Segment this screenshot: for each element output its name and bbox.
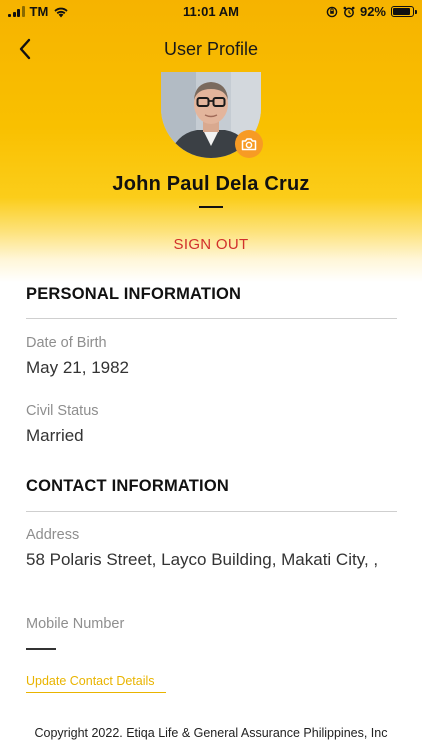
personal-section-divider <box>26 318 397 319</box>
date-of-birth-label: Date of Birth <box>26 335 107 351</box>
address-label: Address <box>26 527 80 543</box>
page-title: User Profile <box>163 39 259 59</box>
update-contact-details-link[interactable]: Update Contact Details <box>26 674 155 688</box>
status-bar-right: 92% <box>326 4 417 19</box>
contact-information-heading: CONTACT INFORMATION <box>26 477 229 495</box>
update-link-underline <box>26 692 166 693</box>
civil-status-label: Civil Status <box>26 403 99 419</box>
personal-information-heading: PERSONAL INFORMATION <box>26 285 242 303</box>
contact-section-divider <box>26 511 397 512</box>
copyright-footer: Copyright 2022. Etiqa Life & General Ass… <box>34 726 388 740</box>
sign-out-button[interactable]: SIGN OUT <box>0 236 422 253</box>
date-of-birth-value: May 21, 1982 <box>26 358 130 377</box>
battery-fill <box>393 8 411 15</box>
user-name: John Paul Dela Cruz <box>112 173 310 195</box>
battery-percent: 92% <box>359 4 386 19</box>
orientation-lock-icon <box>326 6 338 17</box>
battery-icon <box>391 6 417 17</box>
name-divider <box>199 206 223 208</box>
address-value: 58 Polaris Street, Layco Building, Makat… <box>26 550 379 569</box>
camera-icon <box>241 138 257 151</box>
alarm-icon <box>343 6 355 17</box>
civil-status-value: Married <box>26 426 84 445</box>
status-bar: TM 11:01 AM 92% <box>0 0 422 24</box>
mobile-number-empty-value <box>26 648 56 650</box>
mobile-number-label: Mobile Number <box>26 616 125 632</box>
change-photo-button[interactable] <box>235 130 263 158</box>
